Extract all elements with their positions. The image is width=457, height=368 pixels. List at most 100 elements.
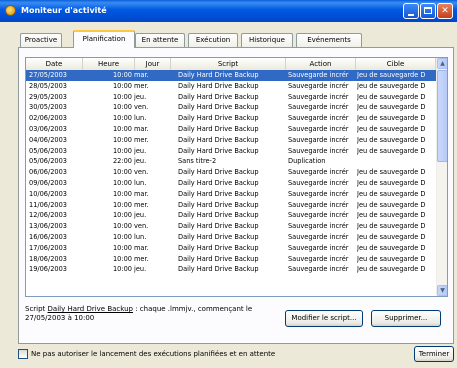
cell-jour: jeu. [134,146,147,155]
table-row[interactable]: 09/06/2003 10:00 lun. Daily Hard Drive B… [26,178,436,189]
scroll-up-icon[interactable]: ▲ [437,58,447,69]
cell-action: Sauvegarde incrér [288,189,349,198]
cell-action: Sauvegarde incrér [288,81,349,90]
column-header-cible[interactable]: Cible [356,58,436,70]
cell-jour: lun. [134,178,147,187]
cell-script: Daily Hard Drive Backup [178,200,259,209]
cell-script: Daily Hard Drive Backup [178,114,259,123]
app-icon [5,5,16,16]
cell-cible: Jeu de sauvegarde D [357,232,426,241]
cell-heure: 10:00 [112,124,132,133]
disable-scheduled-label[interactable]: Ne pas autoriser le lancement des exécut… [31,350,275,358]
cell-script: Daily Hard Drive Backup [178,178,259,187]
cell-heure: 10:00 [112,232,132,241]
table-row[interactable]: 03/06/2003 10:00 mar. Daily Hard Drive B… [26,124,436,135]
cell-heure: 22:00 [112,157,132,166]
table-row[interactable]: 27/05/2003 10:00 mar. Daily Hard Drive B… [26,70,436,81]
schedule-list[interactable]: Date Heure Jour Script Action Cible 27/0… [25,57,448,297]
cell-script: Daily Hard Drive Backup [178,189,259,198]
minimize-button[interactable] [403,3,419,19]
column-header-script[interactable]: Script [171,58,286,70]
table-row[interactable]: 17/06/2003 10:00 mar. Daily Hard Drive B… [26,243,436,254]
cell-heure: 10:00 [112,71,132,79]
cell-cible: Jeu de sauvegarde D [357,211,426,220]
cell-action: Sauvegarde incrér [288,200,349,209]
cell-heure: 10:00 [112,222,132,231]
table-row[interactable]: 16/06/2003 10:00 lun. Daily Hard Drive B… [26,232,436,243]
table-row[interactable]: 05/06/2003 22:00 jeu. Sans titre-2 Dupli… [26,156,436,167]
scroll-thumb[interactable] [437,70,447,162]
vertical-scrollbar[interactable]: ▲ ▼ [436,58,447,296]
cell-jour: mar. [134,243,149,252]
cell-action: Duplication [288,157,326,166]
table-row[interactable]: 10/06/2003 10:00 mar. Daily Hard Drive B… [26,189,436,200]
table-row[interactable]: 12/06/2003 10:00 jeu. Daily Hard Drive B… [26,210,436,221]
cell-script: Daily Hard Drive Backup [178,243,259,252]
table-row[interactable]: 18/06/2003 10:00 mer. Daily Hard Drive B… [26,254,436,265]
table-row[interactable]: 05/06/2003 10:00 jeu. Daily Hard Drive B… [26,146,436,157]
tab-execution[interactable]: Exécution [188,33,238,47]
column-header-action[interactable]: Action [286,58,356,70]
cell-heure: 10:00 [112,254,132,263]
cell-script: Daily Hard Drive Backup [178,222,259,231]
cell-date: 29/05/2003 [29,92,68,101]
cell-heure: 10:00 [112,178,132,187]
cell-cible: Jeu de sauvegarde D [357,254,426,263]
disable-scheduled-checkbox[interactable] [18,349,28,359]
cell-heure: 10:00 [112,265,132,274]
cell-script: Sans titre-2 [178,157,217,166]
tab-en-attente[interactable]: En attente [135,33,185,47]
cell-cible [357,156,435,167]
cell-jour: mer. [134,135,149,144]
tab-historique[interactable]: Historique [241,33,293,47]
table-row[interactable]: 02/06/2003 10:00 lun. Daily Hard Drive B… [26,113,436,124]
cell-action: Sauvegarde incrér [288,243,349,252]
cell-date: 19/06/2003 [29,265,68,274]
cell-cible: Jeu de sauvegarde D [357,222,426,231]
cell-cible: Jeu de sauvegarde D [357,243,426,252]
tab-proactive[interactable]: Proactive [20,33,62,47]
table-row[interactable]: 13/06/2003 10:00 ven. Daily Hard Drive B… [26,221,436,232]
cell-jour: lun. [134,114,147,123]
cell-action: Sauvegarde incrér [288,92,349,101]
cell-script: Daily Hard Drive Backup [178,92,259,101]
cell-script: Daily Hard Drive Backup [178,71,259,79]
close-button[interactable]: ✕ [437,3,453,19]
maximize-button[interactable] [420,3,436,19]
cell-action: Sauvegarde incrér [288,71,349,79]
cell-heure: 10:00 [112,243,132,252]
cell-action: Sauvegarde incrér [288,222,349,231]
finish-button[interactable]: Terminer [414,346,454,362]
table-row[interactable]: 04/06/2003 10:00 mer. Daily Hard Drive B… [26,135,436,146]
cell-heure: 10:00 [112,92,132,101]
scroll-down-icon[interactable]: ▼ [437,285,447,296]
title-bar[interactable]: Moniteur d'activité ✕ [0,0,457,22]
cell-script: Daily Hard Drive Backup [178,81,259,90]
table-row[interactable]: 28/05/2003 10:00 mer. Daily Hard Drive B… [26,81,436,92]
cell-cible: Jeu de sauvegarde D [357,189,426,198]
cell-heure: 10:00 [112,168,132,177]
cell-date: 05/06/2003 [29,146,68,155]
cell-cible: Jeu de sauvegarde D [357,92,426,101]
cell-action: Sauvegarde incrér [288,178,349,187]
tab-planification[interactable]: Planification [73,30,135,48]
column-header-date[interactable]: Date [26,58,83,70]
table-row[interactable]: 29/05/2003 10:00 jeu. Daily Hard Drive B… [26,92,436,103]
column-header-jour[interactable]: Jour [135,58,171,70]
cell-heure: 10:00 [112,200,132,209]
table-row[interactable]: 19/06/2003 10:00 jeu. Daily Hard Drive B… [26,264,436,275]
script-link[interactable]: Daily Hard Drive Backup [48,305,133,313]
cell-heure: 10:00 [112,146,132,155]
modify-script-button[interactable]: Modifier le script... [285,310,363,327]
cell-date: 12/06/2003 [29,211,68,220]
cell-action: Sauvegarde incrér [288,265,349,274]
cell-jour: lun. [134,232,147,241]
table-row[interactable]: 30/05/2003 10:00 ven. Daily Hard Drive B… [26,102,436,113]
column-header-heure[interactable]: Heure [83,58,135,70]
tab-evenements[interactable]: Evénements [296,33,362,47]
cell-script: Daily Hard Drive Backup [178,232,259,241]
cell-script: Daily Hard Drive Backup [178,211,259,220]
delete-button[interactable]: Supprimer... [371,310,441,327]
table-row[interactable]: 11/06/2003 10:00 mer. Daily Hard Drive B… [26,200,436,211]
table-row[interactable]: 06/06/2003 10:00 ven. Daily Hard Drive B… [26,167,436,178]
